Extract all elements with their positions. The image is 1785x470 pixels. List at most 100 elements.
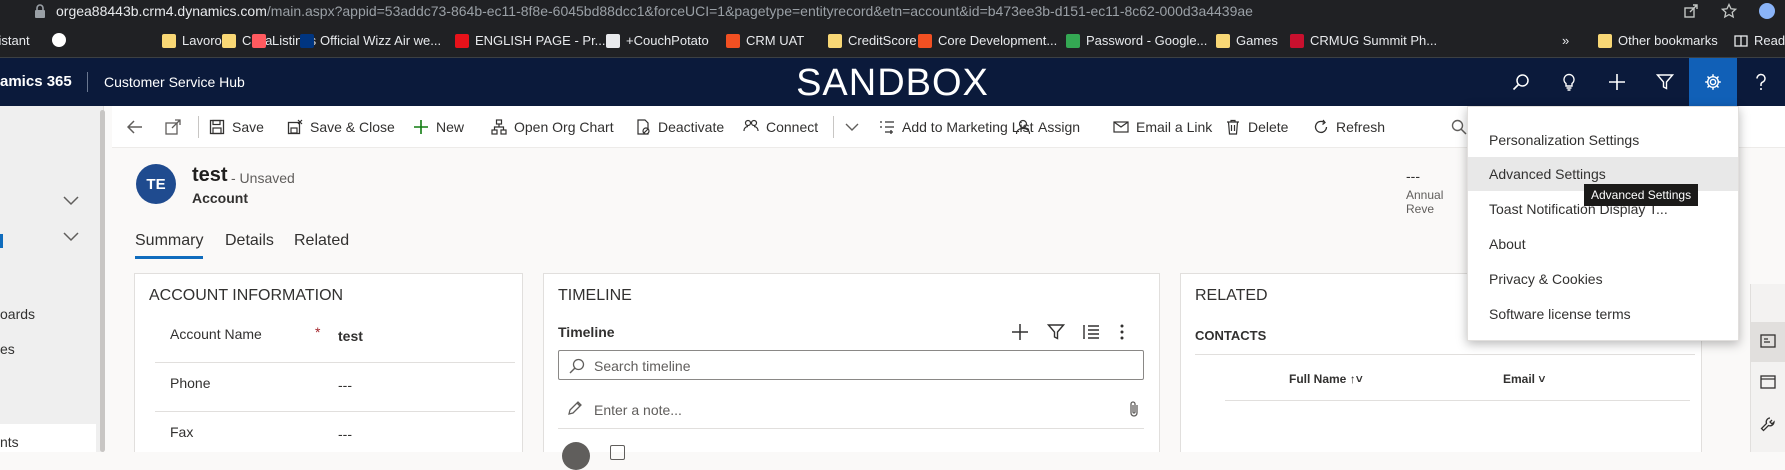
back-button[interactable] — [126, 106, 144, 148]
bookmark-item[interactable]: Official Wizz Air we... — [300, 33, 441, 48]
chevron-down-icon[interactable] — [63, 196, 79, 206]
contact-card-icon[interactable] — [1760, 334, 1776, 348]
bookmark-item[interactable]: CRMUG Summit Ph... — [1290, 33, 1437, 48]
star-icon[interactable] — [1721, 3, 1737, 19]
email-a-link-button[interactable]: Email a Link — [1112, 106, 1212, 148]
more-bookmarks-button[interactable]: » — [1562, 33, 1569, 48]
column-header-email[interactable]: Email ˅ — [1503, 372, 1545, 386]
attach-icon[interactable] — [1128, 400, 1140, 418]
unsaved-status: - Unsaved — [231, 170, 295, 186]
timeline-add-button[interactable] — [1011, 323, 1029, 341]
bookmark-item[interactable]: CreditScore — [828, 33, 917, 48]
column-header-full-name[interactable]: Full Name ↑˅ — [1289, 372, 1363, 386]
browser-url-bar[interactable]: orgea88443b.crm4.dynamics.com/main.aspx?… — [0, 0, 1785, 24]
folder-icon — [222, 33, 236, 48]
help-icon — [1754, 73, 1768, 91]
gear-icon — [1704, 73, 1722, 91]
wrench-icon[interactable] — [1760, 416, 1776, 432]
list-icon — [1082, 323, 1100, 341]
search-icon — [569, 358, 585, 374]
refresh-button[interactable]: Refresh — [1312, 106, 1385, 148]
save-close-icon — [286, 118, 304, 136]
filter-icon — [1656, 73, 1674, 91]
url-text[interactable]: orgea88443b.crm4.dynamics.com/main.aspx?… — [56, 3, 1253, 19]
menu-item-personalization[interactable]: Personalization Settings — [1468, 123, 1738, 157]
save-button[interactable]: Save — [208, 106, 264, 148]
microsoft-icon — [726, 33, 740, 48]
bookmark-item[interactable]: sistant — [0, 33, 30, 48]
timeline-filter-button[interactable] — [1047, 323, 1065, 341]
microsoft-icon — [918, 33, 932, 48]
plus-icon — [1011, 323, 1029, 341]
timeline-more-button[interactable] — [1119, 323, 1125, 341]
assign-button[interactable]: Assign — [1014, 106, 1080, 148]
column-label: Full Name — [1289, 372, 1347, 386]
command-label: Save & Close — [310, 119, 395, 135]
bookmark-label: sistant — [0, 33, 30, 48]
folder-icon — [828, 33, 842, 48]
bookmark-item[interactable]: Lavoro — [162, 33, 222, 48]
phone-field[interactable]: --- — [338, 377, 352, 393]
tab-related[interactable]: Related — [294, 232, 349, 250]
filter-icon — [1047, 323, 1065, 341]
profile-avatar[interactable] — [1759, 3, 1775, 19]
column-label: Email — [1503, 372, 1536, 386]
couchpotato-icon — [606, 33, 620, 48]
tab-summary[interactable]: Summary — [135, 232, 204, 259]
plus-icon — [412, 118, 430, 136]
app-name[interactable]: amics 365 — [0, 73, 72, 90]
bookmark-item[interactable]: Core Development... — [918, 33, 1057, 48]
search-button[interactable] — [1497, 58, 1545, 106]
bookmark-item[interactable] — [52, 33, 72, 47]
lock-icon — [34, 4, 46, 18]
timeline-expand-button[interactable] — [1082, 323, 1100, 341]
new-button[interactable]: New — [412, 106, 464, 148]
menu-item-license-terms[interactable]: Software license terms — [1468, 297, 1738, 331]
divider — [558, 428, 1144, 429]
more-commands-chevron[interactable] — [843, 106, 861, 148]
bookmark-item[interactable]: Password - Google... — [1066, 33, 1207, 48]
bookmark-item[interactable]: ENGLISH PAGE - Pr... — [455, 33, 606, 48]
nav-item-activities[interactable]: es — [0, 341, 15, 357]
bookmark-label: +CouchPotato — [626, 33, 709, 48]
timeline-search-input[interactable]: Search timeline — [558, 350, 1144, 380]
note-input[interactable]: Enter a note... — [594, 402, 682, 418]
divider — [1225, 400, 1690, 401]
save-close-button[interactable]: Save & Close — [286, 106, 395, 148]
activity-checkbox[interactable] — [610, 445, 625, 460]
settings-button[interactable] — [1689, 58, 1737, 106]
bookmark-item[interactable]: +CouchPotato — [606, 33, 709, 48]
nav-item-accounts[interactable]: nts — [0, 434, 19, 450]
menu-item-privacy[interactable]: Privacy & Cookies — [1468, 262, 1738, 296]
deactivate-button[interactable]: Deactivate — [634, 106, 724, 148]
chevron-down-icon[interactable] — [63, 232, 79, 242]
account-name-field[interactable]: test — [338, 328, 363, 344]
quick-create-button[interactable] — [1593, 58, 1641, 106]
help-button[interactable] — [1737, 58, 1785, 106]
url-host: orgea88443b.crm4.dynamics.com — [56, 3, 267, 19]
app-header: amics 365 Customer Service Hub SANDBOX — [0, 58, 1785, 106]
nav-scrollbar[interactable] — [100, 110, 105, 452]
reading-list-button[interactable]: Read — [1734, 33, 1785, 48]
share-icon[interactable] — [1683, 3, 1699, 19]
nav-item-dashboards[interactable]: oards — [0, 306, 35, 322]
popout-button[interactable] — [164, 106, 182, 148]
bookmark-item[interactable]: CRM UAT — [726, 33, 804, 48]
other-bookmarks-folder[interactable]: Other bookmarks — [1598, 33, 1718, 48]
open-org-chart-button[interactable]: Open Org Chart — [490, 106, 614, 148]
refresh-icon — [1312, 118, 1330, 136]
add-to-marketing-list-button[interactable]: Add to Marketing List — [878, 106, 1034, 148]
window-icon[interactable] — [1760, 375, 1776, 389]
delete-button[interactable]: Delete — [1224, 106, 1288, 148]
bookmark-item[interactable]: Games — [1216, 33, 1278, 48]
connect-button[interactable]: Connect — [742, 106, 818, 148]
assist-button[interactable] — [1545, 58, 1593, 106]
module-name[interactable]: Customer Service Hub — [104, 74, 245, 90]
menu-item-about[interactable]: About — [1468, 227, 1738, 261]
booking-icon — [300, 33, 314, 48]
advanced-find-button[interactable] — [1641, 58, 1689, 106]
overflow-search-button[interactable] — [1450, 106, 1468, 148]
tab-details[interactable]: Details — [225, 232, 274, 250]
back-arrow-icon — [126, 118, 144, 136]
fax-field[interactable]: --- — [338, 426, 352, 442]
